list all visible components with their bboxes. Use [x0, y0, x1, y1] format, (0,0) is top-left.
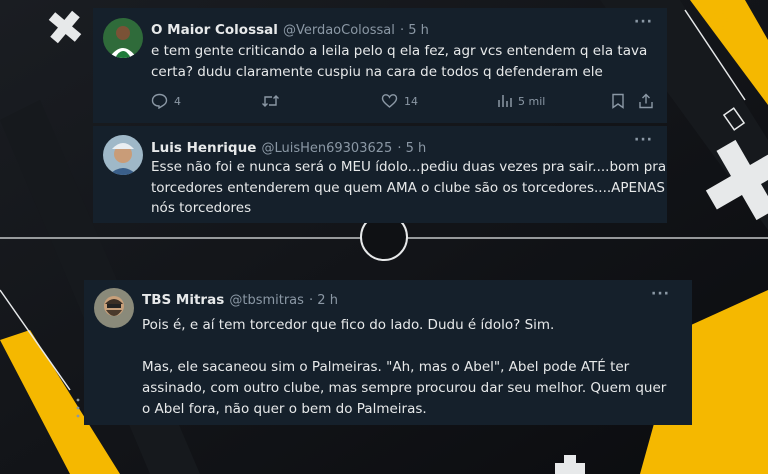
- avatar[interactable]: [103, 135, 143, 175]
- user-handle[interactable]: @VerdaoColossal: [283, 23, 395, 38]
- tweet-text-line: nós torcedores: [151, 200, 252, 216]
- retweet-button[interactable]: [261, 93, 280, 109]
- tweet-text-line: Mas, ele sacaneou sim o Palmeiras. "Ah, …: [142, 359, 630, 375]
- reply-button[interactable]: 4: [151, 93, 181, 109]
- tweet-text-line: e tem gente criticando a leila pelo q el…: [151, 43, 648, 59]
- reply-icon: [151, 93, 168, 109]
- tweet-card-3: TBS Mitras @tbsmitras · 2 h ··· Pois é, …: [84, 280, 692, 425]
- like-button[interactable]: 14: [381, 93, 418, 109]
- avatar[interactable]: [103, 18, 143, 58]
- retweet-icon: [262, 95, 279, 107]
- views-count: 5 mil: [518, 94, 546, 108]
- share-icon: [639, 93, 653, 109]
- timestamp[interactable]: · 5 h: [400, 23, 429, 38]
- views-button[interactable]: 5 mil: [497, 93, 545, 109]
- tweet-text-line: certa? dudu claramente cuspiu na cara de…: [151, 63, 603, 80]
- more-options-icon[interactable]: ···: [634, 132, 653, 148]
- user-handle[interactable]: @LuisHen69303625: [261, 141, 392, 156]
- share-button[interactable]: [638, 93, 654, 109]
- like-count: 14: [404, 94, 418, 108]
- timestamp[interactable]: · 2 h: [309, 293, 338, 308]
- tweet-text-line: o Abel fora, não quer o bem do Palmeiras…: [142, 401, 427, 417]
- display-name[interactable]: TBS Mitras: [142, 292, 224, 308]
- user-handle[interactable]: @tbsmitras: [229, 293, 304, 308]
- more-options-icon[interactable]: ···: [634, 14, 653, 30]
- display-name[interactable]: O Maior Colossal: [151, 22, 278, 38]
- tweet-text-line: torcedores entenderem que quem AMA o clu…: [151, 179, 665, 196]
- tweet-card-2: Luis Henrique @LuisHen69303625 · 5 h ···…: [93, 126, 667, 223]
- like-icon: [381, 94, 398, 108]
- bookmark-button[interactable]: [611, 93, 625, 109]
- timestamp[interactable]: · 5 h: [397, 141, 426, 156]
- avatar[interactable]: [94, 288, 134, 328]
- bookmark-icon: [612, 93, 624, 109]
- display-name[interactable]: Luis Henrique: [151, 140, 256, 156]
- tweet-text-line: [142, 336, 666, 357]
- more-options-icon[interactable]: ···: [651, 286, 670, 302]
- tweet-card-1: O Maior Colossal @VerdaoColossal · 5 h ·…: [93, 8, 667, 123]
- tweet-text-line: Pois é, e aí tem torcedor que fico do la…: [142, 317, 555, 333]
- views-icon: [498, 95, 512, 107]
- tweet-text-line: Esse não foi e nunca será o MEU ídolo...…: [151, 159, 667, 175]
- reply-count: 4: [174, 94, 181, 108]
- tweet-text-line: assinado, com outro clube, mas sempre pr…: [142, 380, 667, 396]
